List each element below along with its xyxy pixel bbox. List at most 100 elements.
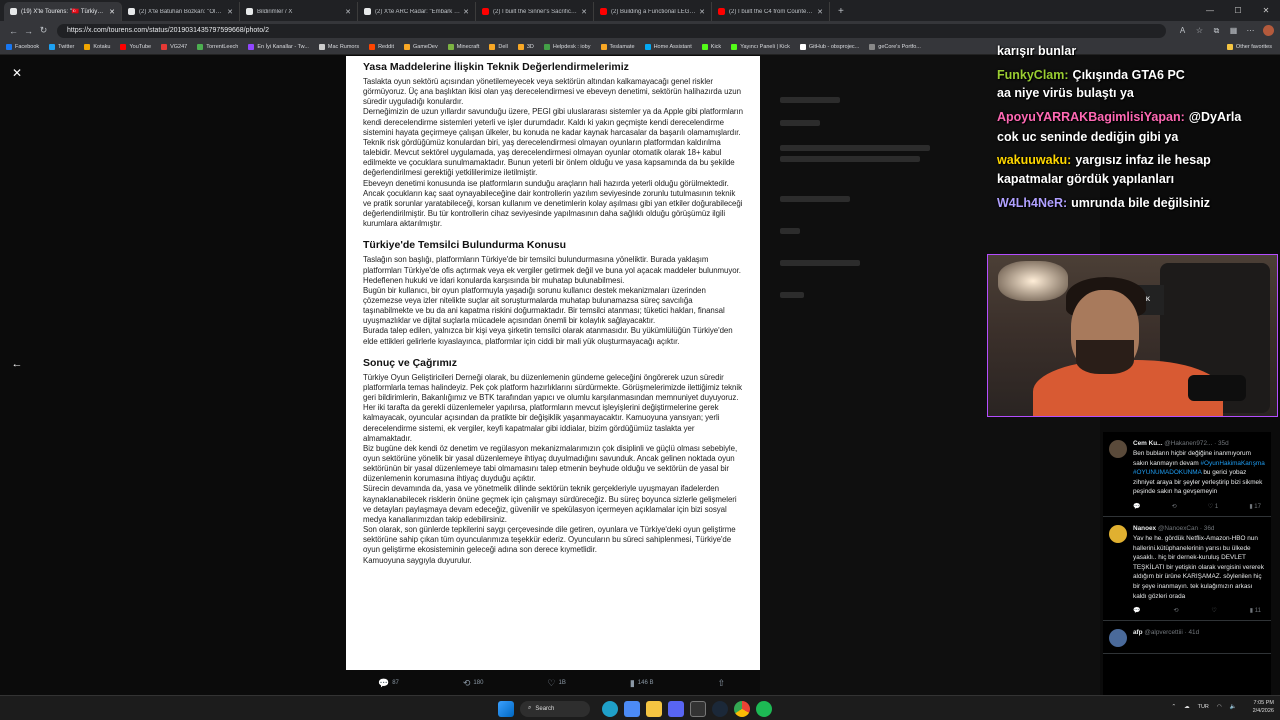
retweet-button[interactable]: ⟲ 180 bbox=[463, 678, 484, 689]
share-button[interactable]: ⇧ bbox=[717, 678, 728, 689]
retweet-icon[interactable]: ⟲ bbox=[1173, 607, 1178, 614]
views-button[interactable]: ▮ 146 B bbox=[630, 678, 654, 689]
browser-tab[interactable]: (2) X'te Batuhan Bozkan: "Olumlu... ✕ bbox=[122, 2, 240, 21]
reply-icon[interactable]: 💬 bbox=[1133, 607, 1140, 614]
url-field[interactable]: https://x.com/tourens.com/status/2019031… bbox=[57, 23, 1166, 38]
new-tab-button[interactable]: + bbox=[830, 2, 852, 21]
browser-tab[interactable]: (2) X'te ARC Radar: "Embark Studi...✕ bbox=[358, 2, 476, 21]
taskbar-search[interactable]: ⌕ Search bbox=[520, 700, 590, 717]
chat-text: Çıkışında GTA6 PC bbox=[1072, 68, 1185, 82]
previous-photo-icon[interactable]: ← bbox=[10, 357, 24, 371]
bookmark-item[interactable]: TorrentLeech bbox=[197, 44, 238, 50]
bookmark-item[interactable]: Twitter bbox=[49, 44, 74, 50]
chrome-icon[interactable] bbox=[734, 700, 750, 717]
reply-author-name[interactable]: Nanoex bbox=[1133, 525, 1156, 532]
steam-icon[interactable] bbox=[712, 700, 728, 717]
reply-avatar[interactable] bbox=[1109, 629, 1127, 648]
bookmark-label: Twitter bbox=[58, 44, 75, 50]
like-button[interactable]: ♡ 1B bbox=[547, 678, 565, 689]
bookmark-item[interactable]: Teslamate bbox=[600, 44, 635, 50]
reply-handle: @alpvercettiii · 41d bbox=[1144, 629, 1200, 637]
bookmark-item[interactable]: En İyi Kanallar - Tw... bbox=[248, 44, 309, 50]
bookmark-item[interactable]: geCore's Portfo... bbox=[869, 44, 921, 50]
reply-stat-value: 11 bbox=[1254, 608, 1261, 615]
reply-author-name[interactable]: Cem Ku... bbox=[1133, 440, 1162, 447]
edge-icon[interactable] bbox=[602, 700, 618, 717]
tab-close-icon[interactable]: ✕ bbox=[227, 8, 233, 16]
bookmark-item[interactable]: Kotaku bbox=[84, 44, 110, 50]
heart-icon[interactable]: ♡ 1 bbox=[1208, 503, 1218, 510]
bookmark-item[interactable]: Home Assistant bbox=[644, 44, 692, 50]
favorite-star-icon[interactable]: ☆ bbox=[1191, 26, 1208, 35]
reload-icon[interactable]: ↻ bbox=[36, 25, 51, 36]
section-paragraph: Taslakta oyun sektörü açısından yönetile… bbox=[363, 77, 741, 107]
back-icon[interactable]: ← bbox=[6, 26, 21, 36]
heart-icon[interactable]: ♡ bbox=[1211, 607, 1216, 614]
bookmark-item[interactable]: Reddit bbox=[369, 44, 394, 50]
tab-close-icon[interactable]: ✕ bbox=[699, 8, 705, 16]
retweet-icon[interactable]: ⟲ bbox=[1172, 503, 1177, 510]
windows-start-icon[interactable] bbox=[498, 700, 514, 717]
spotify-icon[interactable] bbox=[756, 700, 772, 717]
bookmark-item[interactable]: Yayıncı Paneli | Kick bbox=[731, 44, 790, 50]
volume-icon[interactable]: 🔈 bbox=[1230, 704, 1237, 710]
bookmark-item[interactable]: Facebook bbox=[6, 44, 39, 50]
bookmark-item[interactable]: Mac Rumors bbox=[318, 44, 359, 50]
reply-author-name[interactable]: afp bbox=[1133, 629, 1143, 636]
discord-icon[interactable] bbox=[668, 700, 684, 717]
clock[interactable]: 7:05 PM 2/4/2026 bbox=[1245, 699, 1274, 715]
file-explorer-icon[interactable] bbox=[646, 700, 662, 717]
wifi-icon[interactable]: ◠ bbox=[1217, 704, 1222, 710]
reply-item[interactable]: Nanoex @NanoexCan · 36d Yav he he. gördük… bbox=[1103, 517, 1271, 622]
settings-menu-icon[interactable]: ⋯ bbox=[1242, 26, 1259, 35]
tab-close-icon[interactable]: ✕ bbox=[109, 8, 115, 16]
views-chart-icon[interactable]: ▮ 11 bbox=[1250, 607, 1261, 614]
bookmark-item[interactable]: GitHub - obsprojec... bbox=[799, 44, 859, 50]
collections-icon[interactable]: ▦ bbox=[1225, 26, 1242, 35]
cloud-icon[interactable]: ☁ bbox=[1184, 704, 1190, 710]
bookmark-item[interactable]: Kick bbox=[701, 44, 721, 50]
tab-close-icon[interactable]: ✕ bbox=[345, 8, 351, 16]
browser-tab[interactable]: (19) X'te Tourens: "🇹🇷 Türkiye Oyun...✕ bbox=[4, 2, 122, 21]
bookmark-item[interactable]: VG247 bbox=[161, 44, 187, 50]
browser-tab[interactable]: (2) I built the Sinner's Sacrifice fro..… bbox=[476, 2, 594, 21]
document-section: Türkiye'de Temsilci Bulundurma Konusu Tas… bbox=[363, 239, 744, 346]
reply-avatar[interactable] bbox=[1109, 440, 1127, 458]
bookmark-item[interactable]: Helpdesk : ioby bbox=[543, 44, 591, 50]
extensions-icon[interactable]: ⧉ bbox=[1208, 26, 1225, 36]
tray-chevron-icon[interactable]: ⌃ bbox=[1171, 704, 1176, 710]
tab-close-icon[interactable]: ✕ bbox=[463, 8, 469, 16]
minimize-icon[interactable]: — bbox=[1196, 0, 1224, 21]
reply-icon: 💬 bbox=[377, 677, 390, 688]
bookmark-item[interactable]: YouTube bbox=[120, 44, 151, 50]
bookmark-item[interactable]: Dell bbox=[489, 44, 508, 50]
forward-icon[interactable]: → bbox=[21, 26, 36, 36]
reply-button[interactable]: 💬 87 bbox=[378, 678, 399, 689]
bookmark-label: Facebook bbox=[15, 44, 40, 50]
close-icon[interactable]: ✕ bbox=[10, 66, 24, 80]
browser-tab[interactable]: (2) I built the C4 from Counter-Str... ✕ bbox=[712, 2, 830, 21]
tab-close-icon[interactable]: ✕ bbox=[817, 8, 823, 16]
reply-avatar[interactable] bbox=[1109, 524, 1127, 543]
bookmark-item[interactable]: GameDev bbox=[403, 44, 438, 50]
maximize-icon[interactable]: ☐ bbox=[1224, 0, 1252, 21]
bookmark-item[interactable]: 3D bbox=[517, 44, 534, 50]
tab-close-icon[interactable]: ✕ bbox=[581, 8, 587, 16]
reply-icon[interactable]: 💬 bbox=[1133, 503, 1140, 510]
views-chart-icon[interactable]: ▮ 17 bbox=[1249, 503, 1261, 510]
reply-item[interactable]: Cem Ku... @Hakanen972... · 35d Ben bublar… bbox=[1103, 432, 1271, 517]
other-bookmarks[interactable]: Other favorites bbox=[1226, 44, 1272, 50]
tab-title: Bildirimler / X bbox=[257, 8, 293, 15]
reply-stats: 💬 ⟲ ♡ ▮ 11 bbox=[1133, 607, 1267, 614]
store-icon[interactable] bbox=[624, 700, 640, 717]
read-aloud-icon[interactable]: A bbox=[1174, 26, 1191, 35]
bookmark-item[interactable]: Minecraft bbox=[447, 44, 479, 50]
close-window-icon[interactable]: ✕ bbox=[1252, 0, 1280, 21]
language-indicator[interactable]: TUR bbox=[1198, 704, 1209, 710]
reply-item[interactable]: afp @alpvercettiii · 41d bbox=[1103, 621, 1271, 655]
profile-avatar[interactable] bbox=[1263, 25, 1274, 36]
browser-tab[interactable]: Bildirimler / X ✕ bbox=[240, 2, 358, 21]
terminal-icon[interactable] bbox=[690, 700, 706, 717]
browser-tab[interactable]: (2) Building a Functional LEGO Ty...✕ bbox=[594, 2, 712, 21]
document-section: Yasa Maddelerine İlişkin Teknik Değerlen… bbox=[363, 61, 744, 229]
